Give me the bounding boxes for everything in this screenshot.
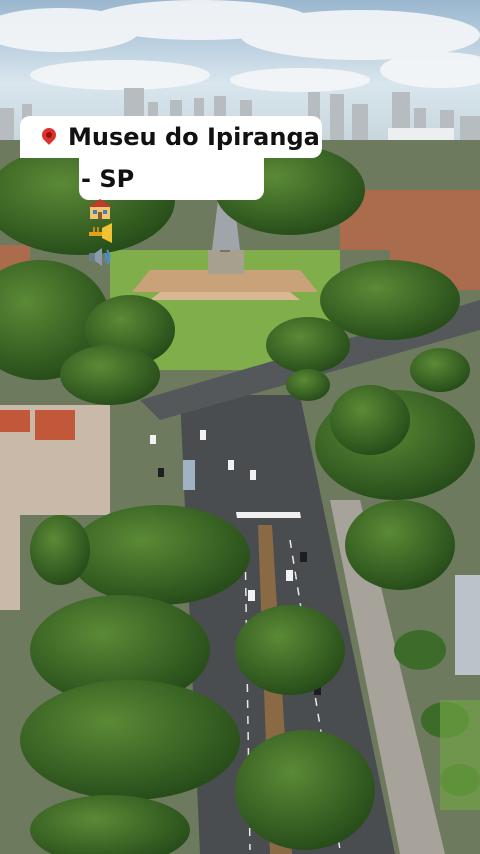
monument-base: [208, 250, 244, 274]
aerial-city-photo: Museu do Ipiranga - SP: [0, 0, 480, 854]
crosswalk: [236, 512, 301, 518]
caption-subtitle: - SP: [81, 165, 135, 193]
caption-line-2: - SP: [79, 158, 264, 266]
garden-stairs: [150, 292, 300, 300]
right-lawn: [440, 700, 480, 810]
museum-building-icon: [88, 199, 112, 219]
caption-title: Museu do Ipiranga: [68, 123, 320, 151]
right-building: [455, 575, 480, 675]
speaker-icon: [89, 248, 111, 266]
round-pushpin-icon: [39, 125, 59, 145]
caption-line-1: Museu do Ipiranga: [20, 116, 322, 158]
bus: [183, 460, 195, 490]
trumpet-icon: [89, 223, 112, 243]
